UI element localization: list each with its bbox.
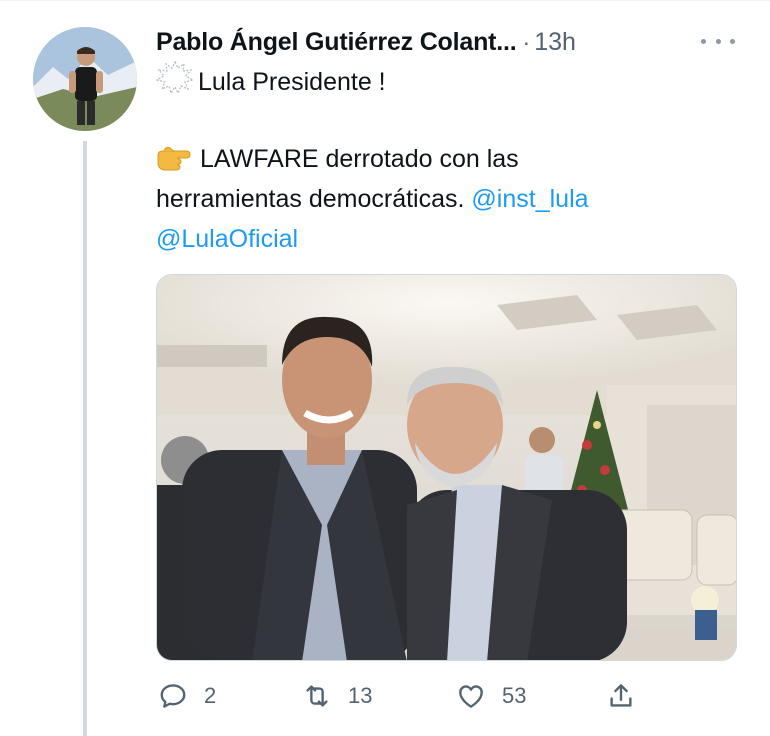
tweet-text-line-2: LAWFARE derrotado con las bbox=[156, 139, 519, 183]
reply-icon bbox=[160, 684, 186, 708]
pointing-hand-icon bbox=[156, 143, 196, 183]
tweet-text-line-4: @LulaOficial bbox=[156, 219, 298, 259]
heart-icon bbox=[459, 685, 483, 708]
tweet-header: Pablo Ángel Gutiérrez Colant... · 13h bbox=[156, 26, 576, 58]
avatar-photo bbox=[33, 27, 137, 131]
tweet-photo[interactable] bbox=[156, 274, 737, 661]
retweet-icon bbox=[306, 685, 328, 707]
photo-two-men-indoors bbox=[157, 275, 736, 660]
collision-outline-icon bbox=[155, 60, 195, 106]
author-avatar[interactable] bbox=[33, 27, 137, 131]
share-button[interactable] bbox=[606, 678, 652, 714]
tweet-action-bar: 2 13 53 bbox=[156, 678, 656, 714]
tweet-line-2-text: LAWFARE derrotado con las bbox=[200, 145, 519, 173]
tweet-text-line-3: herramientas democráticas. @inst_lula bbox=[156, 179, 589, 219]
author-name[interactable]: Pablo Ángel Gutiérrez Colant... bbox=[156, 28, 517, 57]
reply-button[interactable]: 2 bbox=[158, 678, 216, 714]
retweet-count: 13 bbox=[348, 683, 373, 708]
mention-inst-lula-link[interactable]: @inst_lula bbox=[471, 185, 588, 213]
tweet-text-line-1: Lula Presidente ! bbox=[155, 60, 386, 106]
mention-lulaoficial-link[interactable]: @LulaOficial bbox=[156, 225, 298, 253]
like-button[interactable]: 53 bbox=[456, 678, 526, 714]
reply-count: 2 bbox=[204, 683, 217, 708]
top-divider bbox=[0, 0, 770, 1]
share-upload-icon bbox=[610, 684, 632, 707]
like-count: 53 bbox=[502, 683, 527, 708]
thread-connector-line bbox=[83, 141, 87, 736]
tweet-line-3-text: herramientas democráticas. bbox=[156, 185, 465, 213]
more-options-icon[interactable] bbox=[701, 34, 735, 48]
tweet-timestamp[interactable]: 13h bbox=[534, 28, 576, 57]
retweet-button[interactable]: 13 bbox=[302, 678, 372, 714]
header-separator: · bbox=[522, 28, 531, 55]
tweet-line-1-text: Lula Presidente ! bbox=[198, 68, 386, 96]
